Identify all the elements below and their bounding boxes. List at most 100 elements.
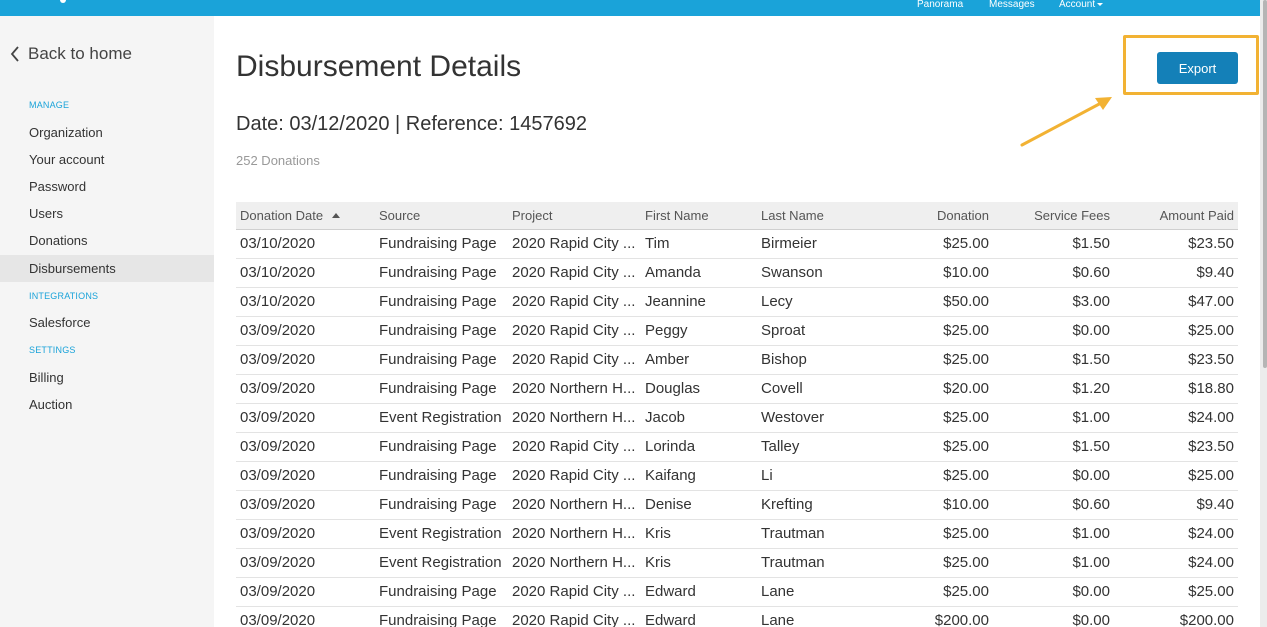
column-header-last-name[interactable]: Last Name xyxy=(757,202,875,229)
sidebar-item-donations[interactable]: Donations xyxy=(0,227,214,254)
cell-amount-paid: $24.00 xyxy=(1114,519,1238,549)
cell-amount-paid: $47.00 xyxy=(1114,287,1238,317)
cell-donation: $20.00 xyxy=(875,374,993,404)
table-row[interactable]: 03/10/2020 Fundraising Page 2020 Rapid Cit… xyxy=(236,229,1238,259)
cell-donation-date: 03/09/2020 xyxy=(236,432,375,462)
cell-last-name: Bishop xyxy=(757,345,875,375)
cell-donation-date: 03/09/2020 xyxy=(236,490,375,520)
cell-project: 2020 Northern H... xyxy=(508,490,641,520)
cell-project: 2020 Northern H... xyxy=(508,403,641,433)
cell-donation-date: 03/09/2020 xyxy=(236,316,375,346)
table-row[interactable]: 03/09/2020 Event Registration 2020 Norther… xyxy=(236,519,1238,549)
cell-project: 2020 Northern H... xyxy=(508,374,641,404)
table-row[interactable]: 03/09/2020 Fundraising Page 2020 Rapid Cit… xyxy=(236,606,1238,627)
cell-amount-paid: $24.00 xyxy=(1114,548,1238,578)
cell-first-name: Edward xyxy=(641,577,757,607)
chevron-left-icon xyxy=(10,46,19,62)
table-row[interactable]: 03/09/2020 Fundraising Page 2020 Northern … xyxy=(236,490,1238,520)
cell-first-name: Denise xyxy=(641,490,757,520)
cell-last-name: Lane xyxy=(757,577,875,607)
cell-first-name: Edward xyxy=(641,606,757,627)
table-row[interactable]: 03/09/2020 Event Registration 2020 Norther… xyxy=(236,403,1238,433)
cell-donation-date: 03/09/2020 xyxy=(236,403,375,433)
column-header-donation-date[interactable]: Donation Date xyxy=(236,202,375,229)
cell-donation: $25.00 xyxy=(875,403,993,433)
chevron-down-icon xyxy=(1097,3,1104,6)
cell-first-name: Kaifang xyxy=(641,461,757,491)
column-header-label: Donation Date xyxy=(240,207,324,223)
column-header-first-name[interactable]: First Name xyxy=(641,202,757,229)
table-row[interactable]: 03/09/2020 Fundraising Page 2020 Rapid Cit… xyxy=(236,432,1238,462)
column-header-source[interactable]: Source xyxy=(375,202,508,229)
sidebar-item-auction[interactable]: Auction xyxy=(0,391,214,418)
sidebar-item-your-account[interactable]: Your account xyxy=(0,146,214,173)
table-row[interactable]: 03/09/2020 Fundraising Page 2020 Rapid Cit… xyxy=(236,577,1238,607)
cell-service-fees: $1.00 xyxy=(993,403,1114,433)
cell-donation-date: 03/09/2020 xyxy=(236,577,375,607)
cell-donation-date: 03/09/2020 xyxy=(236,461,375,491)
nav-account-menu[interactable]: Account xyxy=(1059,0,1104,12)
sidebar-item-password[interactable]: Password xyxy=(0,173,214,200)
table-row[interactable]: 03/09/2020 Fundraising Page 2020 Rapid Cit… xyxy=(236,316,1238,346)
top-nav-bar: Panorama Messages Account xyxy=(0,0,1260,16)
cell-first-name: Kris xyxy=(641,548,757,578)
cell-project: 2020 Rapid City ... xyxy=(508,432,641,462)
disbursement-subtitle: Date: 03/12/2020 | Reference: 1457692 xyxy=(236,113,588,135)
cell-project: 2020 Rapid City ... xyxy=(508,287,641,317)
cell-last-name: Trautman xyxy=(757,548,875,578)
cell-amount-paid: $18.80 xyxy=(1114,374,1238,404)
table-row[interactable]: 03/10/2020 Fundraising Page 2020 Rapid Cit… xyxy=(236,287,1238,317)
cell-project: 2020 Rapid City ... xyxy=(508,345,641,375)
table-row[interactable]: 03/09/2020 Fundraising Page 2020 Rapid Cit… xyxy=(236,461,1238,491)
cell-service-fees: $0.60 xyxy=(993,258,1114,288)
back-to-home-link[interactable]: Back to home xyxy=(10,44,132,64)
cell-first-name: Jacob xyxy=(641,403,757,433)
sidebar-item-billing[interactable]: Billing xyxy=(0,364,214,391)
cell-source: Fundraising Page xyxy=(375,345,508,375)
cell-source: Event Registration xyxy=(375,519,508,549)
column-header-amount-paid[interactable]: Amount Paid xyxy=(1114,202,1238,229)
cell-project: 2020 Rapid City ... xyxy=(508,461,641,491)
cell-amount-paid: $25.00 xyxy=(1114,316,1238,346)
cell-donation-date: 03/09/2020 xyxy=(236,606,375,627)
sidebar-item-salesforce[interactable]: Salesforce xyxy=(0,309,214,336)
table-row[interactable]: 03/10/2020 Fundraising Page 2020 Rapid Cit… xyxy=(236,258,1238,288)
cell-donation-date: 03/09/2020 xyxy=(236,548,375,578)
cell-first-name: Amanda xyxy=(641,258,757,288)
table-row[interactable]: 03/09/2020 Fundraising Page 2020 Northern … xyxy=(236,374,1238,404)
cell-last-name: Swanson xyxy=(757,258,875,288)
column-header-project[interactable]: Project xyxy=(508,202,641,229)
sidebar-item-organization[interactable]: Organization xyxy=(0,119,214,146)
nav-panorama-link[interactable]: Panorama xyxy=(917,0,963,12)
cell-source: Event Registration xyxy=(375,403,508,433)
cell-last-name: Covell xyxy=(757,374,875,404)
back-to-home-label: Back to home xyxy=(28,44,132,63)
cell-donation: $25.00 xyxy=(875,519,993,549)
cell-service-fees: $0.00 xyxy=(993,606,1114,627)
cell-amount-paid: $25.00 xyxy=(1114,577,1238,607)
cell-project: 2020 Northern H... xyxy=(508,519,641,549)
table-row[interactable]: 03/09/2020 Event Registration 2020 Norther… xyxy=(236,548,1238,578)
column-header-service-fees[interactable]: Service Fees xyxy=(993,202,1114,229)
cell-donation-date: 03/09/2020 xyxy=(236,374,375,404)
cell-amount-paid: $24.00 xyxy=(1114,403,1238,433)
scrollbar-thumb[interactable] xyxy=(1263,0,1267,368)
cell-first-name: Peggy xyxy=(641,316,757,346)
cell-donation: $25.00 xyxy=(875,316,993,346)
sidebar-item-disbursements[interactable]: Disbursements xyxy=(0,255,214,282)
logo[interactable] xyxy=(60,0,66,3)
table-row[interactable]: 03/09/2020 Fundraising Page 2020 Rapid Cit… xyxy=(236,345,1238,375)
cell-service-fees: $1.50 xyxy=(993,345,1114,375)
cell-donation: $10.00 xyxy=(875,258,993,288)
column-header-donation[interactable]: Donation xyxy=(875,202,993,229)
cell-source: Fundraising Page xyxy=(375,316,508,346)
cell-project: 2020 Rapid City ... xyxy=(508,229,641,259)
nav-messages-link[interactable]: Messages xyxy=(989,0,1035,12)
cell-donation: $10.00 xyxy=(875,490,993,520)
cell-first-name: Amber xyxy=(641,345,757,375)
cell-source: Fundraising Page xyxy=(375,432,508,462)
cell-last-name: Sproat xyxy=(757,316,875,346)
cell-donation-date: 03/10/2020 xyxy=(236,258,375,288)
sidebar-item-users[interactable]: Users xyxy=(0,200,214,227)
export-button[interactable]: Export xyxy=(1157,52,1238,84)
